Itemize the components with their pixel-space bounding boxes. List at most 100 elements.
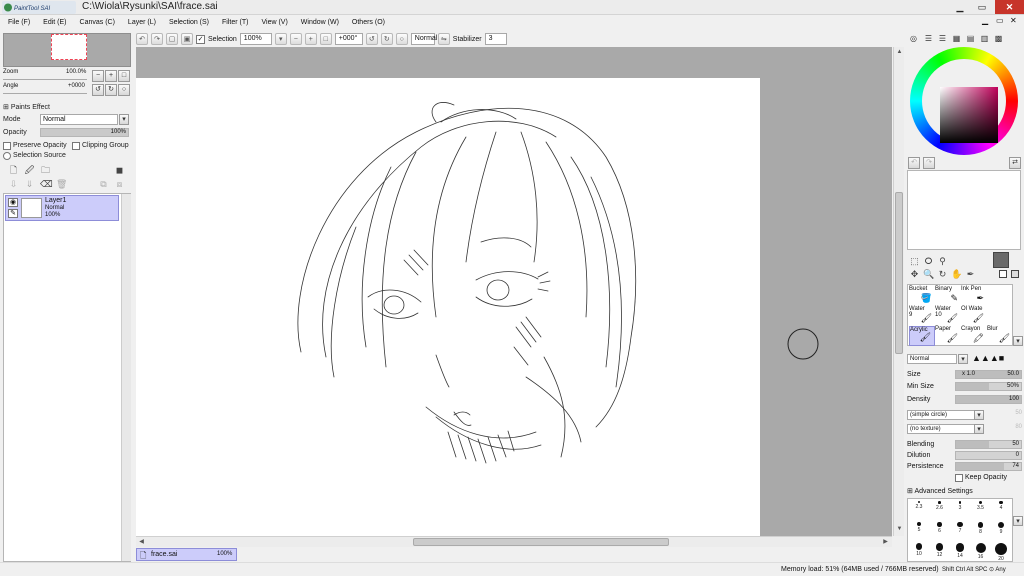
menu-selection[interactable]: Selection (S) [169, 19, 209, 26]
scroll-down-icon[interactable]: ▼ [895, 525, 904, 534]
brush-size-cell[interactable]: 5 [909, 522, 929, 537]
brush-size-cell[interactable]: 14 [950, 543, 970, 559]
color-history-panel[interactable] [907, 170, 1021, 250]
delete-layer-icon[interactable]: 🗑 [56, 179, 67, 190]
close-button[interactable]: ✕ [995, 0, 1024, 14]
scroll-up-icon[interactable]: ▲ [895, 48, 904, 57]
brush-size-cell[interactable]: 9 [991, 522, 1011, 537]
hsv-slider-tab-icon[interactable]: ☰ [937, 33, 948, 44]
flip-icon[interactable]: ⇋ [437, 33, 450, 45]
brush-mode-select[interactable]: Normal [907, 354, 957, 364]
zoom-tool-icon[interactable]: 🔍 [923, 269, 934, 280]
rect-select-icon[interactable]: ⬚ [909, 256, 920, 267]
zoom-dropdown-icon[interactable]: ▾ [274, 33, 287, 45]
zoom-field[interactable]: 100% [239, 33, 272, 45]
tool-binary[interactable]: Binary ✎ [935, 286, 961, 306]
transparent-color-swatch[interactable] [999, 270, 1007, 278]
layer-item[interactable]: ◉ ✎ Layer1 Normal 100% [5, 195, 119, 221]
zoom-out-icon[interactable]: − [289, 33, 302, 45]
brush-texture-dropdown-icon[interactable]: ▾ [974, 424, 984, 434]
tool-water-9[interactable]: Water 9 🖌 [909, 306, 935, 326]
nav-zoom-in-icon[interactable]: + [105, 70, 117, 82]
document-tab[interactable]: 🗋 frace.sai 100% [136, 548, 237, 561]
brush-size-cell[interactable]: 20 [991, 543, 1011, 562]
menu-file[interactable]: File (F) [8, 19, 30, 26]
magic-wand-icon[interactable]: ⚲ [937, 256, 948, 267]
advanced-settings-header[interactable]: ⊞ Advanced Settings [907, 487, 973, 495]
flatten-icon[interactable]: ⧈ [114, 179, 125, 190]
menu-others[interactable]: Others (O) [352, 19, 385, 26]
swatches-tab-icon[interactable]: ▤ [965, 33, 976, 44]
selection-checkbox[interactable]: ✓ [196, 34, 205, 44]
brush-size-cell[interactable]: 4 [991, 501, 1011, 516]
scroll-right-icon[interactable]: ▶ [881, 538, 890, 547]
selection-source-radio[interactable] [3, 152, 11, 160]
zoom-reset-icon[interactable]: □ [319, 33, 332, 45]
brush-mode-dropdown-icon[interactable]: ▾ [958, 354, 968, 364]
clear-layer-icon[interactable]: ⌫ [40, 179, 53, 190]
nav-rotate-right-icon[interactable]: ↻ [105, 84, 117, 96]
paints-effect-header[interactable]: ⊞ Paints Effect [3, 103, 50, 111]
rotation-field[interactable]: +000° [334, 33, 363, 45]
brush-size-cell[interactable]: 3.5 [971, 501, 991, 516]
secondary-color-swatch[interactable] [1011, 270, 1019, 278]
layer-mask-icon[interactable]: ◼ [114, 165, 125, 176]
menu-view[interactable]: View (V) [261, 19, 287, 26]
nav-rotate-left-icon[interactable]: ↺ [92, 84, 104, 96]
density-slider[interactable]: 100 [955, 395, 1022, 404]
size-slider[interactable]: x 1.0 50.0 [955, 370, 1022, 379]
opacity-slider[interactable]: 100% [40, 128, 129, 137]
nav-rotate-reset-icon[interactable]: ○ [118, 84, 130, 96]
rotate-reset-icon[interactable]: ○ [395, 33, 408, 45]
color-wheel-tab-icon[interactable]: ◎ [908, 33, 919, 44]
eyedropper-icon[interactable]: ✒ [965, 269, 976, 280]
rgb-slider-tab-icon[interactable]: ☰ [923, 33, 934, 44]
tool-bucket[interactable]: Bucket 🪣 [909, 286, 935, 306]
blend-mode-dropdown-icon[interactable]: ▾ [119, 114, 129, 125]
zoom-in-icon[interactable]: + [304, 33, 317, 45]
merge-visible-icon[interactable]: ⧉ [98, 179, 109, 190]
scratchpad-tab-icon[interactable]: ▥ [979, 33, 990, 44]
blending-slider[interactable]: 50 [955, 440, 1022, 449]
clipping-group-checkbox[interactable] [72, 142, 80, 150]
keep-opacity-checkbox[interactable] [955, 474, 963, 482]
menu-window[interactable]: Window (W) [301, 19, 339, 26]
canvas-vertical-scrollbar[interactable]: ▲ ▼ [893, 47, 904, 536]
rotate-left-icon[interactable]: ↺ [365, 33, 378, 45]
maximize-button[interactable]: ▭ [972, 0, 992, 14]
nav-fit-icon[interactable]: □ [118, 70, 130, 82]
scroll-left-icon[interactable]: ◀ [137, 538, 146, 547]
minimize-button[interactable]: ▁ [950, 0, 970, 14]
new-folder-icon[interactable]: 🗀 [40, 165, 51, 176]
pen-lock-icon[interactable]: ✎ [8, 209, 18, 218]
lasso-icon[interactable]: ⵔ [923, 256, 934, 267]
transfer-down-icon[interactable]: ⇩ [8, 179, 19, 190]
menu-edit[interactable]: Edit (E) [43, 19, 66, 26]
vertical-scroll-thumb[interactable] [895, 192, 903, 354]
menu-canvas[interactable]: Canvas (C) [80, 19, 115, 26]
tool-scroll-icon[interactable]: ▾ [1013, 336, 1023, 346]
menu-layer[interactable]: Layer (L) [128, 19, 156, 26]
nav-zoom-out-icon[interactable]: − [92, 70, 104, 82]
invert-selection-icon[interactable]: ▣ [181, 33, 193, 45]
color-next-icon[interactable]: ↷ [923, 157, 935, 169]
brush-size-cell[interactable]: 8 [971, 522, 991, 537]
zoom-slider[interactable] [3, 74, 87, 80]
brush-shape-icons[interactable]: ▲▲▲■ [972, 353, 1004, 363]
rotate-tool-icon[interactable]: ↻ [937, 269, 948, 280]
tool-paper[interactable]: Paper 🖌 [935, 326, 961, 346]
color-mixer-tab-icon[interactable]: ▦ [951, 33, 962, 44]
angle-slider[interactable] [3, 88, 87, 94]
redo-icon[interactable]: ↷ [151, 33, 163, 45]
tool-empty-2[interactable] [987, 306, 1013, 326]
persistence-slider[interactable]: 74 [955, 462, 1022, 471]
tool-water-10[interactable]: Water 10 🖌 [935, 306, 961, 326]
move-icon[interactable]: ✥ [909, 269, 920, 280]
brush-size-cell[interactable]: 10 [909, 543, 929, 558]
eye-icon[interactable]: ◉ [8, 198, 18, 207]
tool-empty-1[interactable] [987, 286, 1013, 306]
brush-size-cell[interactable]: 16 [971, 543, 991, 560]
rotate-right-icon[interactable]: ↻ [380, 33, 393, 45]
horizontal-scroll-thumb[interactable] [413, 538, 669, 546]
tool-acrylic[interactable]: Acrylic 🖌 [909, 326, 935, 346]
